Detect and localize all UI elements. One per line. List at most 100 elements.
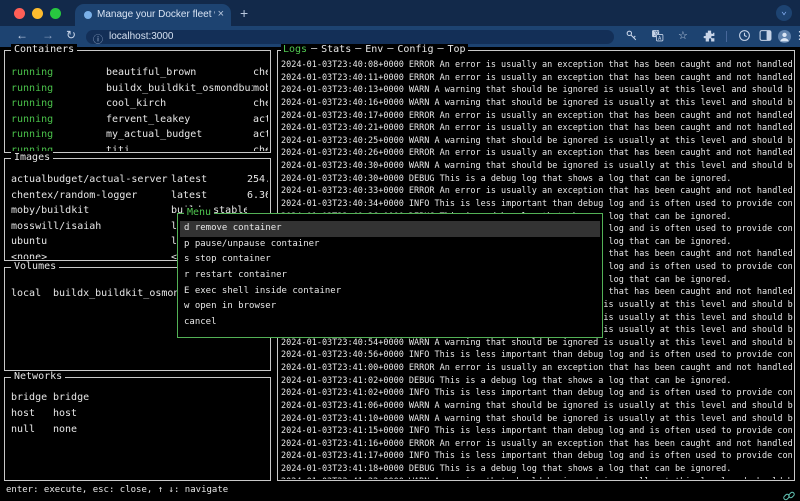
menu-item-p[interactable]: p pause/unpause container bbox=[180, 237, 600, 253]
tab-env[interactable]: Env bbox=[365, 44, 383, 55]
status-bar: enter: execute, esc: close, ↑ ↓: navigat… bbox=[6, 485, 228, 495]
password-key-icon[interactable] bbox=[625, 29, 638, 47]
container-name: cool_kirch bbox=[106, 96, 253, 112]
container-image: actualbudget/actual-server bbox=[253, 127, 268, 143]
menu-item-cancel[interactable]: cancel bbox=[180, 315, 600, 331]
tab-close-icon[interactable]: × bbox=[218, 8, 224, 20]
side-panel-icon[interactable] bbox=[759, 29, 772, 47]
log-line: 2024-01-03T23:41:17+0000 INFO This is le… bbox=[281, 450, 793, 463]
networks-list: bridgebridgehosthostnullnone bbox=[11, 390, 268, 479]
network-row[interactable]: hosthost bbox=[11, 406, 268, 422]
network-name: host bbox=[11, 406, 53, 422]
volume-driver: local bbox=[11, 286, 53, 302]
image-name: chentex/random-logger bbox=[11, 188, 171, 204]
menu-items: d remove containerp pause/unpause contai… bbox=[180, 221, 600, 331]
container-row[interactable]: runningbeautiful_brownchentex/random-log… bbox=[11, 65, 268, 81]
image-name: <none> bbox=[11, 250, 171, 260]
container-image: chentex/random-logger bbox=[253, 65, 268, 81]
profile-avatar[interactable] bbox=[778, 30, 791, 43]
container-name: titi bbox=[106, 143, 253, 152]
sync-icon[interactable] bbox=[738, 29, 751, 47]
tab-stats[interactable]: Stats bbox=[321, 44, 351, 55]
image-name: mosswill/isaiah bbox=[11, 219, 171, 235]
image-row[interactable]: actualbudget/actual-serverlatest254.9MB bbox=[11, 172, 268, 188]
window-close-button[interactable] bbox=[14, 8, 25, 19]
networks-panel: Networks bridgebridgehosthostnullnone bbox=[4, 377, 271, 481]
new-tab-button[interactable]: + bbox=[240, 5, 248, 21]
docker-tui: Containers runningbeautiful_brownchentex… bbox=[0, 47, 800, 501]
container-name: buildx_buildkit_osmondbuilder0 bbox=[106, 81, 253, 97]
container-image: moby/buildkit bbox=[253, 81, 268, 97]
log-line: 2024-01-03T23:41:16+0000 ERROR An error … bbox=[281, 438, 793, 451]
browser-titlebar: Manage your Docker fleet w × + ⌄ bbox=[0, 0, 800, 26]
back-icon[interactable]: ← bbox=[16, 28, 28, 42]
app-window: Manage your Docker fleet w × + ⌄ ← → ↻ ⓘ… bbox=[0, 0, 800, 501]
container-status: running bbox=[11, 143, 106, 152]
log-line: 2024-01-03T23:40:17+0000 ERROR An error … bbox=[281, 110, 793, 123]
log-line: 2024-01-03T23:40:25+0000 WARN A warning … bbox=[281, 135, 793, 148]
site-info-icon[interactable]: ⓘ bbox=[93, 31, 103, 46]
tab-separator: ─ bbox=[387, 44, 393, 55]
translate-icon[interactable]: 文A bbox=[651, 29, 664, 47]
log-line: 2024-01-03T23:41:02+0000 INFO This is le… bbox=[281, 387, 793, 400]
network-driver: bridge bbox=[53, 390, 268, 406]
volumes-panel-title: Volumes bbox=[11, 261, 59, 272]
address-bar[interactable]: ⓘ localhost:3000 bbox=[86, 30, 614, 44]
tab-config[interactable]: Config bbox=[397, 44, 433, 55]
container-actions-menu: Menu d remove containerp pause/unpause c… bbox=[177, 213, 603, 338]
image-name: ubuntu bbox=[11, 234, 171, 250]
container-row[interactable]: runningfervent_leakeyactualbudget/actual… bbox=[11, 112, 268, 128]
menu-item-E[interactable]: E exec shell inside container bbox=[180, 284, 600, 300]
tab-favicon-icon bbox=[84, 11, 92, 19]
tab-logs[interactable]: Logs bbox=[283, 44, 307, 55]
tab-separator: ─ bbox=[311, 44, 317, 55]
network-row[interactable]: nullnone bbox=[11, 422, 268, 438]
log-line: 2024-01-03T23:41:10+0000 WARN A warning … bbox=[281, 413, 793, 426]
tab-title: Manage your Docker fleet w bbox=[97, 9, 215, 22]
forward-icon[interactable]: → bbox=[42, 28, 54, 42]
container-image: actualbudget/actual-server bbox=[253, 112, 268, 128]
container-status: running bbox=[11, 81, 106, 97]
menu-item-w[interactable]: w open in browser bbox=[180, 299, 600, 315]
container-status: running bbox=[11, 127, 106, 143]
image-tag: latest bbox=[171, 188, 247, 204]
log-line: 2024-01-03T23:40:54+0000 WARN A warning … bbox=[281, 337, 793, 350]
log-line: 2024-01-03T23:40:26+0000 ERROR An error … bbox=[281, 147, 793, 160]
image-name: moby/buildkit bbox=[11, 203, 171, 219]
container-status: running bbox=[11, 112, 106, 128]
extensions-puzzle-icon[interactable] bbox=[703, 29, 716, 47]
container-row[interactable]: runningtitichentex/random-logger bbox=[11, 143, 268, 152]
menu-item-s[interactable]: s stop container bbox=[180, 252, 600, 268]
containers-list: runningbeautiful_brownchentex/random-log… bbox=[11, 65, 268, 151]
image-row[interactable]: chentex/random-loggerlatest6.36MB bbox=[11, 188, 268, 204]
container-name: beautiful_brown bbox=[106, 65, 253, 81]
menu-item-d[interactable]: d remove container bbox=[180, 221, 600, 237]
container-image: chentex/random-logger bbox=[253, 143, 268, 152]
log-line: 2024-01-03T23:40:13+0000 WARN A warning … bbox=[281, 84, 793, 97]
images-panel-title: Images bbox=[11, 152, 53, 163]
container-status: running bbox=[11, 96, 106, 112]
window-minimize-button[interactable] bbox=[32, 8, 43, 19]
container-name: fervent_leakey bbox=[106, 112, 253, 128]
log-line: 2024-01-03T23:41:18+0000 DEBUG This is a… bbox=[281, 463, 793, 476]
toolbar-divider bbox=[726, 31, 727, 42]
bookmark-star-icon[interactable]: ☆ bbox=[678, 29, 688, 42]
log-line: 2024-01-03T23:40:21+0000 ERROR An error … bbox=[281, 122, 793, 135]
tab-search-button[interactable]: ⌄ bbox=[776, 5, 792, 21]
container-image: chentex/random-logger bbox=[253, 96, 268, 112]
reload-icon[interactable]: ↻ bbox=[66, 28, 76, 42]
container-row[interactable]: runningcool_kirchchentex/random-logger bbox=[11, 96, 268, 112]
log-line: 2024-01-03T23:41:00+0000 ERROR An error … bbox=[281, 362, 793, 375]
menu-item-r[interactable]: r restart container bbox=[180, 268, 600, 284]
window-zoom-button[interactable] bbox=[50, 8, 61, 19]
network-row[interactable]: bridgebridge bbox=[11, 390, 268, 406]
container-row[interactable]: runningbuildx_buildkit_osmondbuilder0mob… bbox=[11, 81, 268, 97]
containers-panel: Containers runningbeautiful_brownchentex… bbox=[4, 50, 271, 153]
browser-menu-kebab-icon[interactable]: ⋮ bbox=[794, 29, 800, 42]
container-row[interactable]: runningmy_actual_budgetactualbudget/actu… bbox=[11, 127, 268, 143]
browser-tab[interactable]: Manage your Docker fleet w × bbox=[75, 4, 231, 26]
network-name: bridge bbox=[11, 390, 53, 406]
log-line: 2024-01-03T23:40:16+0000 WARN A warning … bbox=[281, 97, 793, 110]
tab-top[interactable]: Top bbox=[448, 44, 466, 55]
log-line: 2024-01-03T23:40:08+0000 ERROR An error … bbox=[281, 59, 793, 72]
